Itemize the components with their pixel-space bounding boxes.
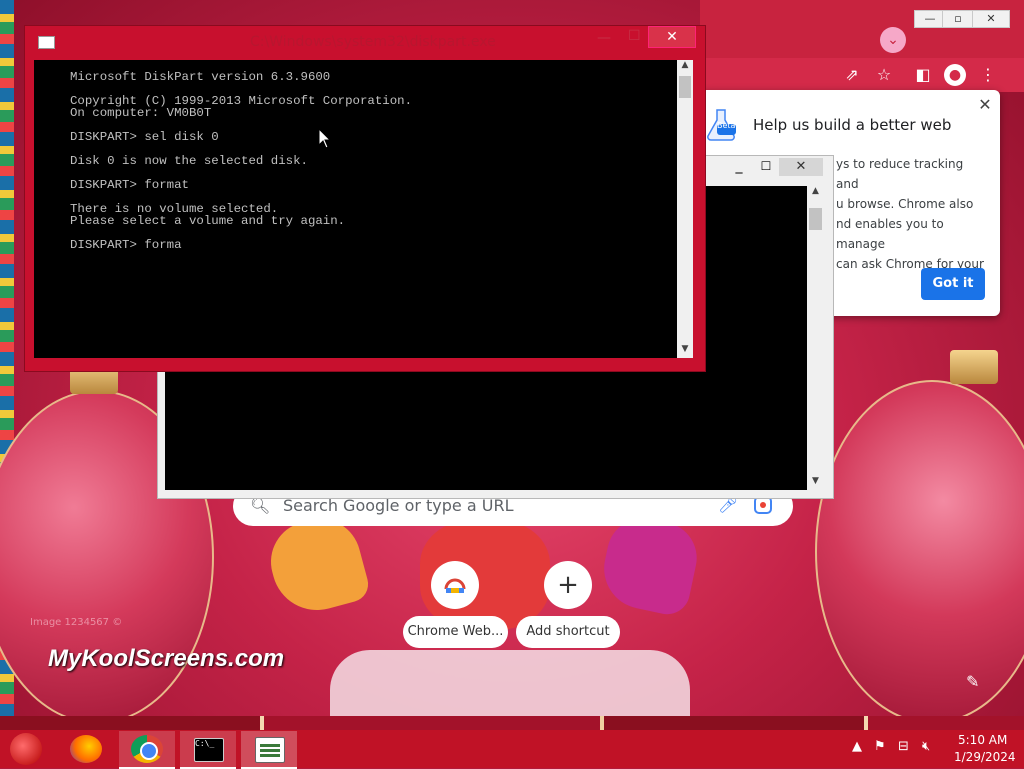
scroll-down-icon[interactable]: ▼ [807,476,824,486]
wallpaper-small-text: Image 1234567 © [30,617,123,628]
popup-body-line: ys to reduce tracking and [836,157,964,191]
menu-kebab-icon[interactable]: ⋮ [976,64,1000,86]
maximize-button[interactable]: ▫ [942,10,974,28]
diskpart-console[interactable]: Microsoft DiskPart version 6.3.9600 Copy… [34,60,677,358]
start-button[interactable] [10,733,42,765]
taskbar-firefox[interactable] [58,731,114,767]
taskbar-window[interactable] [241,731,297,769]
scroll-down-icon[interactable]: ▼ [677,344,693,354]
window-icon [255,737,285,763]
console2-scrollbar[interactable]: ▲ [807,186,824,490]
console-line: DISKPART> format [70,178,189,192]
shortcut-label[interactable]: Add shortcut [516,616,620,648]
shortcut-chrome-web-store[interactable] [431,561,479,609]
taskbar-chrome[interactable] [119,731,175,769]
clock-date[interactable]: 1/29/2024 [954,750,1016,764]
scroll-up-icon[interactable]: ▲ [807,186,824,196]
console2-maximize-button[interactable]: ☐ [757,159,775,175]
console2-scroll-thumb[interactable] [809,208,822,230]
chrome-web-store-icon [444,578,466,593]
shortcut-label[interactable]: Chrome Web... [403,616,508,648]
diskpart-scrollbar[interactable]: ▲ [677,60,693,358]
taskbar-command-prompt[interactable]: C:\_ [180,731,236,769]
console2-minimize-button[interactable]: _ [729,159,749,175]
console-input-line[interactable]: DISKPART> forma [70,239,182,251]
share-icon[interactable]: ⇗ [840,64,864,86]
tab-search-icon[interactable]: ⌄ [880,27,906,53]
action-center-flag-icon[interactable]: ⚑ [874,739,886,754]
network-icon[interactable]: ⊟ [898,739,909,754]
side-panel-icon[interactable]: ◧ [911,64,935,86]
console-line: DISKPART> sel disk 0 [70,130,219,144]
popup-title: Help us build a better web [753,116,952,134]
customize-pencil-icon[interactable]: ✎ [966,672,979,691]
scroll-up-icon[interactable]: ▲ [677,60,693,70]
account-icon[interactable]: ● [944,64,966,86]
console-line: On computer: VM0B0T [70,106,212,120]
window-title: C:\Windows\system32\diskpart.exe [250,34,496,50]
console-line: Microsoft DiskPart version 6.3.9600 [70,70,331,84]
clock-time[interactable]: 5:10 AM [958,733,1007,747]
diskpart-scroll-thumb[interactable] [679,76,691,98]
console2-close-button[interactable]: ✕ [779,158,823,176]
volume-muted-icon[interactable]: 🔇︎ [922,739,930,754]
console-line: Disk 0 is now the selected disk. [70,154,308,168]
close-button[interactable]: ✕ [972,10,1010,28]
mouse-cursor-icon [318,128,332,149]
got-it-button[interactable]: Got it [921,268,985,300]
console-app-icon [38,36,55,49]
popup-body: ys to reduce tracking and u browse. Chro… [836,154,986,274]
diskpart-minimize-button[interactable]: — [597,30,611,46]
chrome-icon [131,735,163,763]
wallpaper-strip [0,716,1024,730]
popup-close-icon[interactable]: ✕ [976,96,994,114]
beta-badge: Beta [717,121,736,130]
popup-body-line: nd enables you to manage [836,217,944,251]
ornament-cap-right [950,350,998,384]
firefox-icon [70,735,102,763]
tray-chevron-icon[interactable]: ▲ [852,739,862,754]
diskpart-maximize-button[interactable]: ☐ [628,28,641,44]
plus-icon[interactable]: + [544,561,592,609]
popup-body-line: u browse. Chrome also [836,197,974,211]
command-prompt-icon: C:\_ [194,738,224,762]
watermark: MyKoolScreens.com [48,645,285,672]
diskpart-close-button[interactable]: ✕ [648,26,696,48]
console-line: Please select a volume and try again. [70,214,346,228]
bookmark-star-icon[interactable]: ☆ [872,64,896,86]
chrome-title-bar [700,0,1024,58]
